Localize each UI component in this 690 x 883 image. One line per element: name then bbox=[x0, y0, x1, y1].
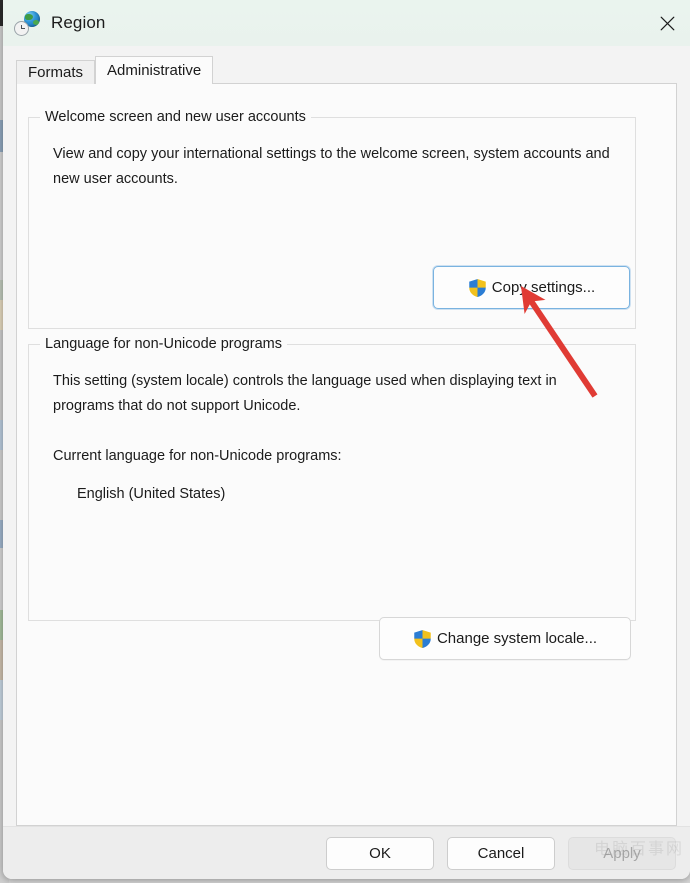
group-language-legend: Language for non-Unicode programs bbox=[40, 336, 287, 352]
tab-page-administrative: Welcome screen and new user accounts Vie… bbox=[16, 84, 677, 826]
uac-shield-icon bbox=[468, 277, 487, 298]
apply-button: Apply bbox=[568, 836, 676, 870]
group-welcome-legend: Welcome screen and new user accounts bbox=[40, 109, 311, 125]
copy-settings-button-label: Copy settings... bbox=[491, 279, 596, 296]
change-system-locale-button[interactable]: Change system locale... bbox=[379, 617, 631, 660]
current-language-value: English (United States) bbox=[77, 486, 226, 502]
tab-formats[interactable]: Formats bbox=[16, 60, 96, 84]
window-title: Region bbox=[51, 13, 106, 32]
current-language-label: Current language for non-Unicode program… bbox=[53, 448, 342, 464]
region-globe-clock-icon bbox=[14, 10, 40, 36]
group-language-non-unicode: Language for non-Unicode programs This s… bbox=[28, 336, 636, 660]
dialog-footer: OK Cancel Apply bbox=[3, 826, 690, 879]
tab-strip: Formats Administrative bbox=[3, 56, 690, 85]
close-icon[interactable] bbox=[644, 0, 690, 46]
uac-shield-icon bbox=[413, 628, 432, 649]
ok-button[interactable]: OK bbox=[326, 836, 434, 870]
welcome-description-text: View and copy your international setting… bbox=[53, 146, 610, 187]
region-dialog: Region Formats Administrative Welcome sc… bbox=[3, 0, 690, 879]
group-welcome-screen: Welcome screen and new user accounts Vie… bbox=[28, 109, 636, 329]
title-bar: Region bbox=[3, 0, 690, 46]
tab-administrative[interactable]: Administrative bbox=[95, 56, 214, 85]
change-system-locale-button-label: Change system locale... bbox=[436, 630, 598, 647]
cancel-button[interactable]: Cancel bbox=[447, 836, 555, 870]
language-description-text: This setting (system locale) controls th… bbox=[53, 373, 557, 414]
copy-settings-button[interactable]: Copy settings... bbox=[433, 266, 630, 309]
